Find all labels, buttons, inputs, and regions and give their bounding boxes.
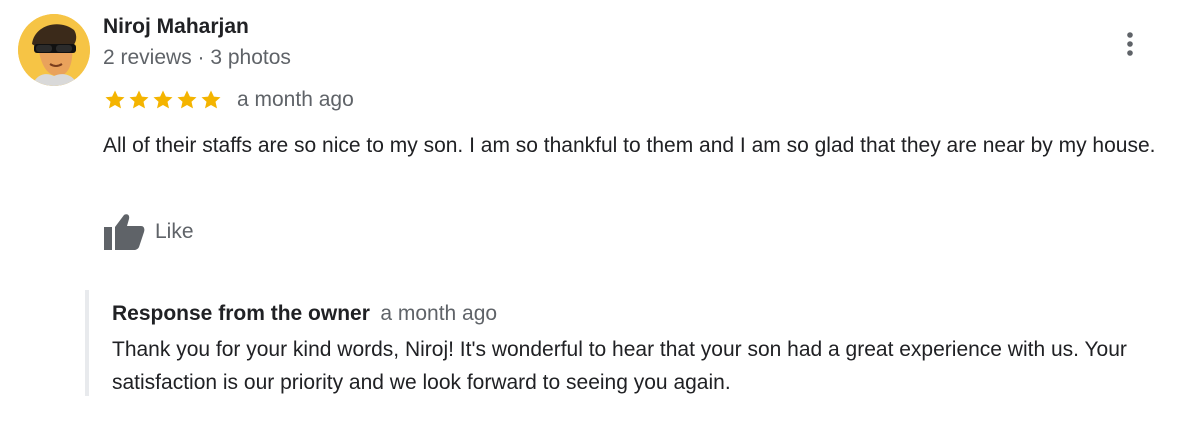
reviewer-stats: 2 reviews · 3 photos: [103, 46, 291, 69]
star-icon: [129, 90, 149, 109]
reviewer-avatar[interactable]: [18, 14, 90, 86]
response-text: Thank you for your kind words, Niroj! It…: [112, 338, 1127, 394]
star-icon: [105, 90, 125, 109]
star-icon: [201, 90, 221, 109]
star-icon: [177, 90, 197, 109]
response-date: a month ago: [380, 302, 498, 325]
star-rating: [103, 88, 223, 112]
more-options-button[interactable]: [1112, 26, 1148, 62]
reviewer-name[interactable]: Niroj Maharjan: [103, 15, 249, 39]
review-text: All of their staffs are so nice to my so…: [103, 134, 1156, 157]
response-header: Response from the owner a month ago: [112, 302, 497, 326]
thumbs-up-icon: [104, 214, 145, 250]
review-date: a month ago: [237, 88, 354, 111]
response-title: Response from the owner: [112, 302, 370, 325]
like-button[interactable]: Like: [103, 212, 194, 252]
rating-row: a month ago: [103, 86, 354, 114]
avatar-image: [18, 14, 90, 86]
more-vert-icon: [1127, 32, 1133, 56]
like-label: Like: [155, 220, 194, 243]
star-icon: [153, 90, 173, 109]
review-card: Niroj Maharjan 2 reviews · 3 photos a mo…: [0, 0, 1200, 436]
owner-response: Response from the owner a month ago Than…: [85, 290, 1199, 396]
